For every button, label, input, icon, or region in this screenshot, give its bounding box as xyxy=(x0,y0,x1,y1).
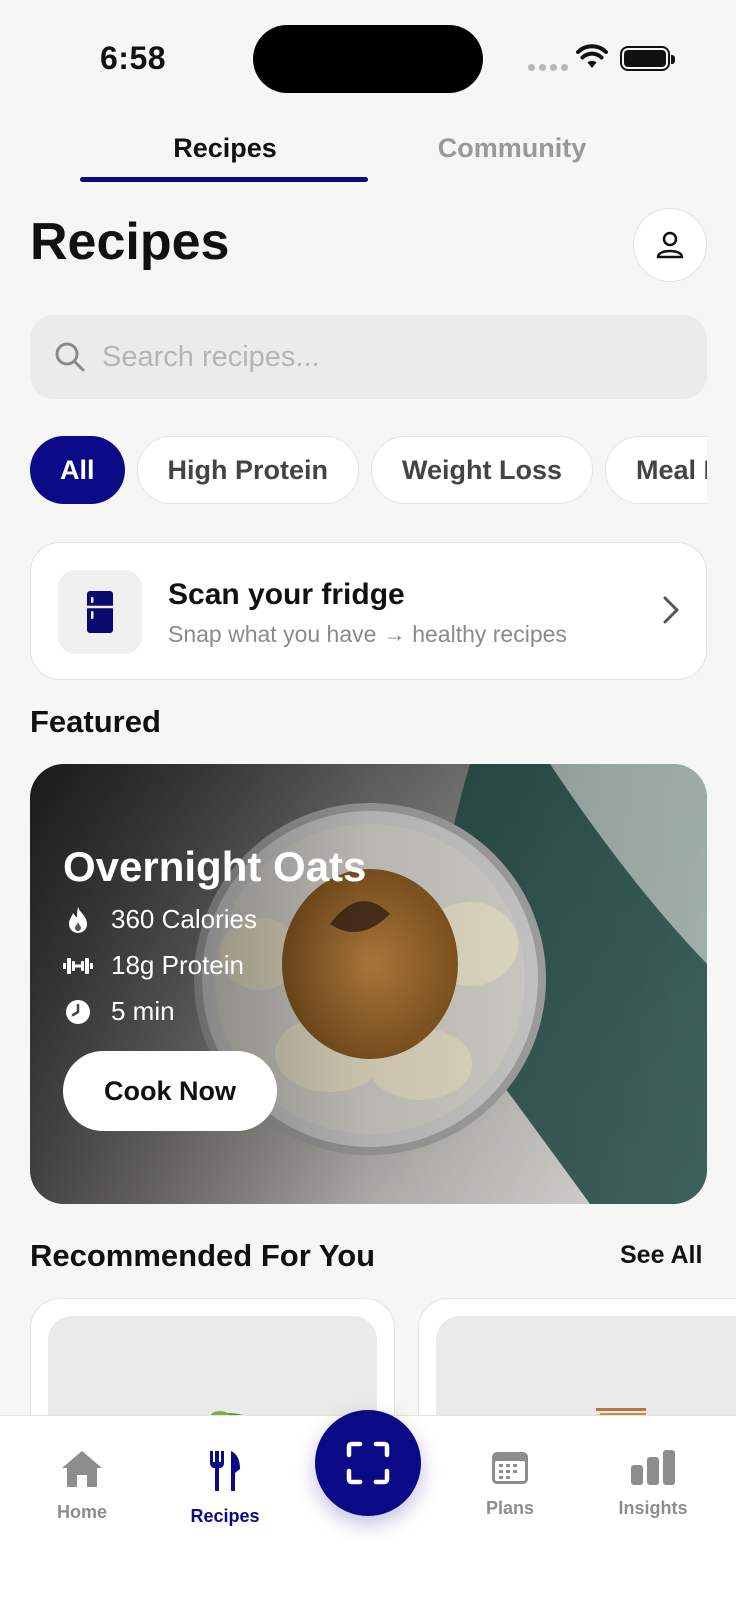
nav-recipes[interactable]: Recipes xyxy=(170,1449,280,1527)
calendar-icon xyxy=(492,1452,528,1484)
nav-insights-label: Insights xyxy=(618,1498,688,1518)
featured-recipe-title: Overnight Oats xyxy=(63,843,367,890)
tab-community[interactable]: Community xyxy=(367,133,657,164)
page-title: Recipes xyxy=(30,213,230,271)
protein-text: 18g Protein xyxy=(111,950,244,980)
nav-recipes-label: Recipes xyxy=(190,1506,260,1526)
chip-meal-prep[interactable]: Meal Prep xyxy=(605,436,707,504)
fridge-icon xyxy=(87,591,113,633)
scan-fridge-subtitle: Snap what you have → healthy recipes xyxy=(168,621,567,647)
tab-recipes[interactable]: Recipes xyxy=(80,133,370,164)
featured-recipe-image xyxy=(30,764,707,1204)
calories-stat: 360 Calories xyxy=(63,904,257,935)
featured-recipe-card[interactable]: Overnight Oats 360 Calories 18g Protein … xyxy=(30,764,707,1204)
search-bar[interactable] xyxy=(30,315,707,399)
chip-high-protein[interactable]: High Protein xyxy=(136,436,360,504)
nav-plans[interactable]: Plans xyxy=(455,1449,565,1519)
nav-insights[interactable]: Insights xyxy=(598,1449,708,1519)
active-tab-indicator xyxy=(80,177,368,182)
profile-button[interactable] xyxy=(633,208,707,282)
battery-icon xyxy=(620,46,675,71)
see-all-link[interactable]: See All xyxy=(620,1241,702,1270)
fridge-icon-box xyxy=(58,570,142,654)
scan-frame-icon xyxy=(346,1441,390,1485)
chip-all[interactable]: All xyxy=(30,436,125,504)
search-input[interactable] xyxy=(102,340,662,374)
recommended-section-title: Recommended For You xyxy=(30,1238,376,1273)
filter-chips: AllHigh ProteinWeight LossMeal Prep xyxy=(30,436,707,506)
nav-home[interactable]: Home xyxy=(27,1449,137,1523)
status-time: 6:58 xyxy=(100,40,167,76)
time-stat: 5 min xyxy=(63,996,175,1027)
flame-icon xyxy=(69,906,87,933)
search-icon xyxy=(55,342,85,372)
scan-fridge-title: Scan your fridge xyxy=(168,578,405,611)
cook-now-button[interactable]: Cook Now xyxy=(63,1051,277,1131)
clock-icon xyxy=(66,999,90,1024)
wifi-icon xyxy=(576,44,608,68)
top-tabs: Recipes Community xyxy=(0,125,736,185)
home-icon xyxy=(62,1451,102,1487)
protein-stat: 18g Protein xyxy=(63,950,244,981)
chevron-right-icon xyxy=(663,596,679,624)
scan-fridge-card[interactable]: Scan your fridge Snap what you have → he… xyxy=(30,542,707,680)
fork-knife-icon xyxy=(210,1451,240,1491)
status-bar: 6:58 xyxy=(0,0,736,110)
scan-button[interactable] xyxy=(315,1410,421,1516)
time-text: 5 min xyxy=(111,996,175,1026)
nav-plans-label: Plans xyxy=(485,1498,535,1518)
user-icon xyxy=(656,231,684,259)
bar-chart-icon xyxy=(631,1450,675,1485)
calories-text: 360 Calories xyxy=(111,904,257,934)
featured-section-title: Featured xyxy=(30,704,161,739)
dynamic-island xyxy=(253,25,483,93)
dumbbell-icon xyxy=(63,957,93,974)
nav-home-label: Home xyxy=(56,1502,107,1522)
cellular-signal-icon xyxy=(528,64,568,71)
chip-weight-loss[interactable]: Weight Loss xyxy=(371,436,594,504)
